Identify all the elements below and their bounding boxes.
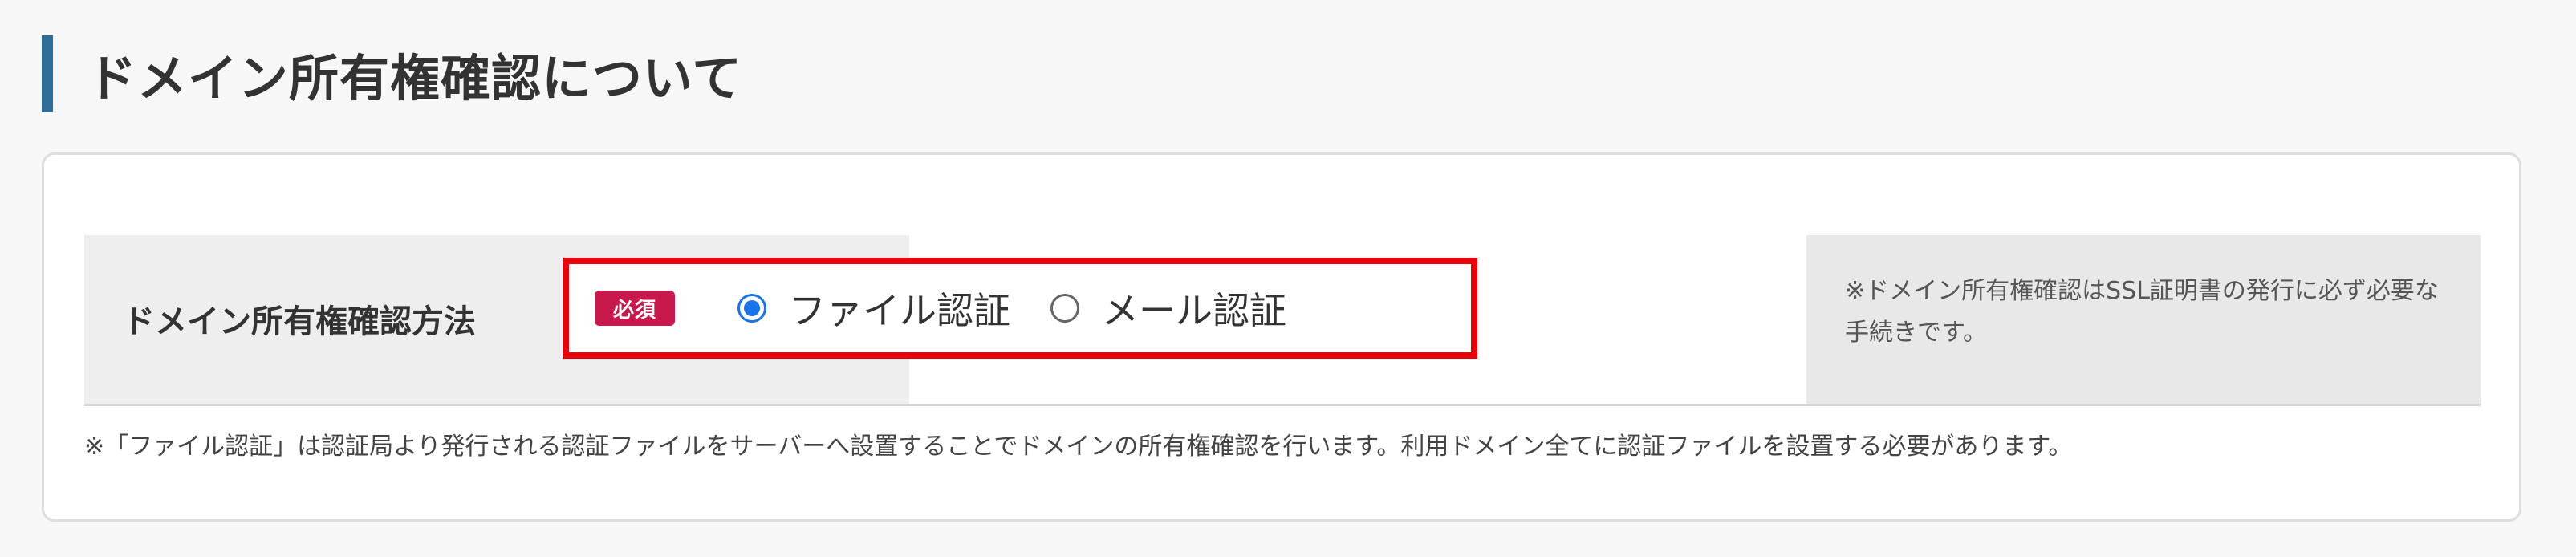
required-badge: 必須 <box>595 291 675 326</box>
method-highlight-box: 必須 ファイル認証 メール認証 <box>563 258 1477 359</box>
section-heading: ドメイン所有権確認について <box>42 35 742 112</box>
ssl-required-note: ※ドメイン所有権確認はSSL証明書の発行に必ず必要な手続きです。 <box>1845 277 2439 347</box>
file-auth-explanation-note: ※「ファイル認証」は認証局より発行される認証ファイルをサーバーへ設置することでド… <box>84 433 2073 461</box>
radio-button-file-auth[interactable] <box>737 294 766 323</box>
radio-label-mail-auth[interactable]: メール認証 <box>1102 282 1286 335</box>
radio-option-mail-auth[interactable]: メール認証 <box>1050 282 1286 335</box>
radio-selected-dot <box>744 300 760 316</box>
settings-card: ドメイン所有権確認方法 ※ドメイン所有権確認はSSL証明書の発行に必ず必要な手続… <box>42 152 2521 522</box>
heading-accent-bar <box>42 35 53 112</box>
radio-label-file-auth[interactable]: ファイル認証 <box>789 282 1010 335</box>
row-label: ドメイン所有権確認方法 <box>123 303 476 340</box>
domain-verification-method-row: ドメイン所有権確認方法 ※ドメイン所有権確認はSSL証明書の発行に必ず必要な手続… <box>84 235 2481 406</box>
row-note-cell: ※ドメイン所有権確認はSSL証明書の発行に必ず必要な手続きです。 <box>1806 235 2481 404</box>
radio-button-mail-auth[interactable] <box>1050 294 1079 323</box>
page-title: ドメイン所有権確認について <box>87 49 743 108</box>
radio-option-file-auth[interactable]: ファイル認証 <box>737 282 1010 335</box>
